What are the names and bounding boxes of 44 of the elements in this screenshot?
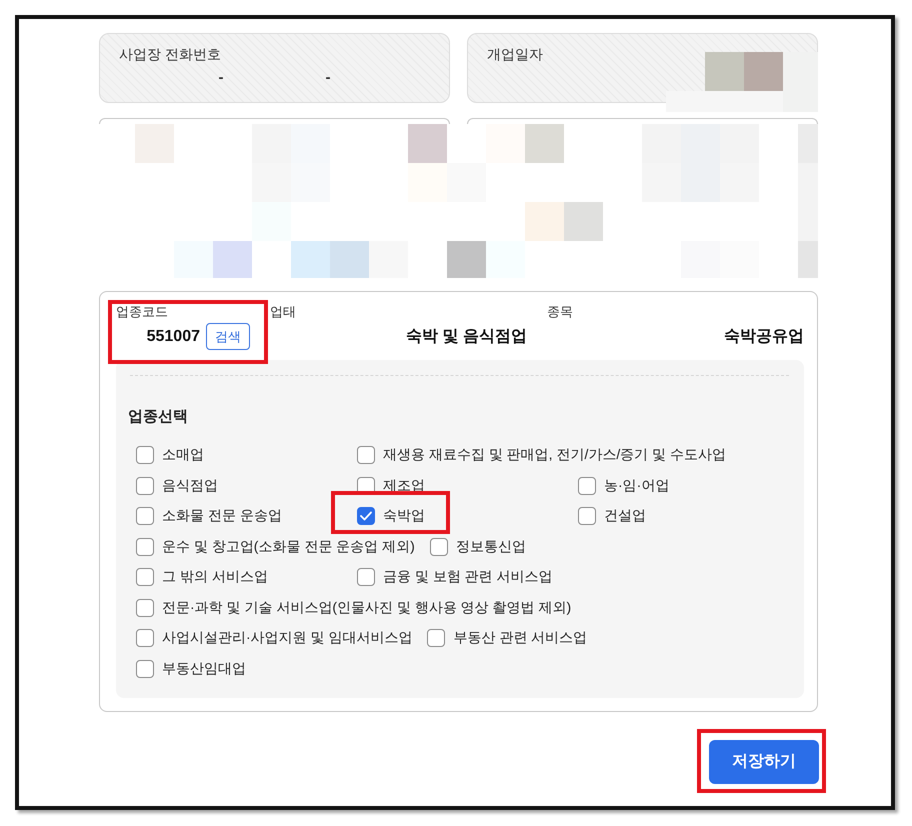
checkbox[interactable]	[136, 629, 154, 647]
checkbox[interactable]	[357, 507, 375, 525]
checkbox-label[interactable]: 부동산임대업	[162, 660, 246, 678]
checkbox-label[interactable]: 운수 및 창고업(소화물 전문 운송업 제외)	[162, 538, 415, 556]
checkbox[interactable]	[136, 507, 154, 525]
checkbox-label[interactable]: 사업시설관리·사업지원 및 임대서비스업	[162, 629, 412, 647]
field-value: 숙박공유업	[723, 327, 804, 347]
check-icon	[360, 511, 372, 521]
checkbox[interactable]	[136, 598, 154, 616]
checkbox[interactable]	[427, 629, 446, 647]
checkbox[interactable]	[136, 660, 154, 678]
checkbox[interactable]	[136, 568, 154, 586]
checkbox[interactable]	[136, 476, 154, 494]
checkbox-label[interactable]: 금융 및 보험 관련 서비스업	[383, 568, 553, 586]
phone-separator: -	[218, 68, 224, 88]
checkbox[interactable]	[430, 538, 448, 556]
save-button[interactable]: 저장하기	[709, 740, 819, 784]
field-label: 업태	[270, 303, 297, 321]
checkbox-label[interactable]: 전문·과학 및 기술 서비스업(인물사진 및 행사용 영상 촬영법 제외)	[162, 598, 572, 616]
checkbox[interactable]	[578, 507, 596, 525]
checkbox-label[interactable]: 소화물 전문 운송업	[162, 507, 282, 525]
phone-separator: -	[324, 68, 332, 88]
checkbox-label[interactable]: 정보통신업	[456, 538, 526, 556]
checkbox[interactable]	[136, 446, 154, 464]
field-label: 사업장 전화번호	[119, 45, 222, 64]
code-value: 551007	[146, 328, 200, 346]
checkbox[interactable]	[136, 538, 154, 556]
checkbox-label[interactable]: 음식점업	[162, 476, 218, 494]
checkbox-label[interactable]: 부동산 관련 서비스업	[453, 629, 588, 647]
checkbox-label[interactable]: 숙박업	[383, 507, 425, 525]
checkbox[interactable]	[357, 568, 375, 586]
checkbox-label[interactable]: 재생용 재료수집 및 판매업, 전기/가스/증기 및 수도사업	[383, 446, 726, 464]
field-label: 종목	[547, 303, 574, 321]
checkbox-label[interactable]: 소매업	[162, 446, 204, 464]
field-label: 업종코드	[116, 303, 169, 321]
checkbox-label[interactable]: 그 밖의 서비스업	[162, 568, 268, 586]
checkbox-label[interactable]: 농·임·어업	[604, 476, 670, 494]
checkbox-label[interactable]: 건설업	[604, 507, 646, 525]
field-value: 숙박 및 음식점업	[405, 327, 527, 347]
section-title: 업종선택	[128, 407, 189, 427]
checkbox[interactable]	[357, 446, 375, 464]
search-button[interactable]: 검색	[206, 323, 250, 350]
field-label: 개업일자	[487, 45, 544, 64]
checkbox[interactable]	[578, 476, 596, 494]
